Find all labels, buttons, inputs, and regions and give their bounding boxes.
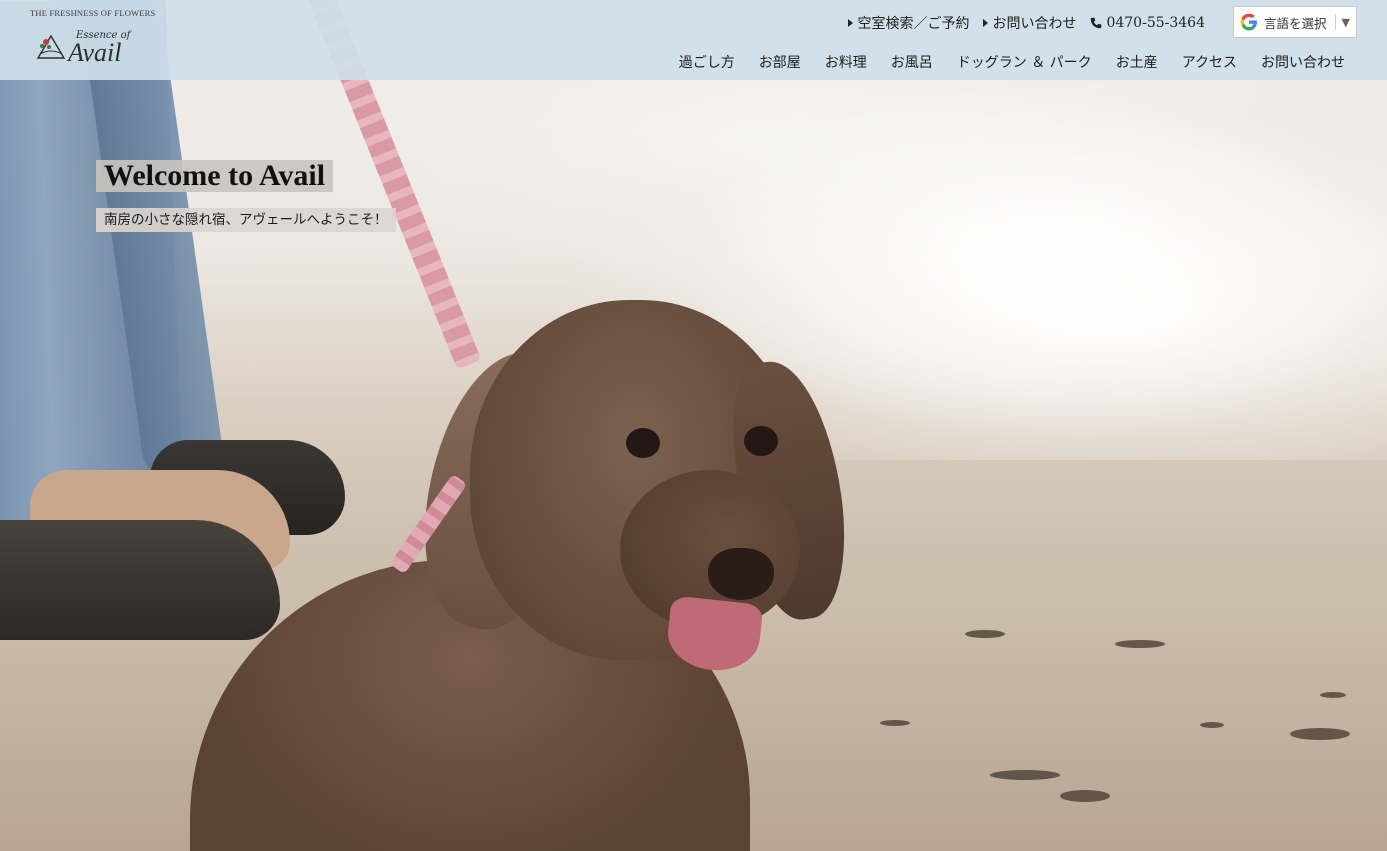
sand-speck bbox=[1290, 728, 1350, 740]
contact-link[interactable]: お問い合わせ bbox=[983, 13, 1076, 33]
nav-item-access[interactable]: アクセス bbox=[1182, 52, 1237, 72]
nav-item-cuisine[interactable]: お料理 bbox=[825, 52, 867, 72]
logo-name: Avail bbox=[68, 38, 122, 67]
chevron-down-icon: ▼ bbox=[1341, 15, 1350, 29]
triangle-right-icon bbox=[983, 19, 989, 27]
google-g-icon bbox=[1240, 13, 1257, 31]
site-logo[interactable]: THE FRESHNESS OF FLOWERS Essence of Avai… bbox=[30, 6, 155, 68]
nav-item-bath[interactable]: お風呂 bbox=[891, 52, 933, 72]
sand-speck bbox=[1115, 640, 1165, 648]
site-header: THE FRESHNESS OF FLOWERS Essence of Avai… bbox=[0, 0, 1387, 80]
language-select[interactable]: 言語を選択 ▼ bbox=[1233, 6, 1357, 38]
nav-item-contact[interactable]: お問い合わせ bbox=[1261, 52, 1345, 72]
dog-eye-left bbox=[626, 428, 660, 458]
phone-icon bbox=[1091, 17, 1102, 29]
hero-title: Welcome to Avail bbox=[96, 160, 334, 192]
phone-link[interactable]: 0470-55-3464 bbox=[1090, 15, 1205, 31]
nav-item-stay[interactable]: 過ごし方 bbox=[679, 52, 735, 72]
reservation-label: 空室検索／ご予約 bbox=[857, 16, 970, 32]
sand-speck bbox=[965, 630, 1005, 638]
nav-item-dogrun[interactable]: ドッグラン ＆ パーク bbox=[957, 52, 1092, 72]
hero-background-image bbox=[0, 0, 1387, 851]
logo-flower-icon bbox=[36, 34, 66, 59]
main-nav: 過ごし方 お部屋 お料理 お風呂 ドッグラン ＆ パーク お土産 アクセス お問… bbox=[679, 52, 1345, 72]
person-shoe-front bbox=[0, 520, 280, 640]
divider bbox=[1334, 14, 1336, 30]
sand-speck bbox=[880, 720, 910, 726]
dog-eye-right bbox=[744, 426, 778, 456]
sand-speck bbox=[1200, 722, 1224, 728]
phone-number: 0470-55-3464 bbox=[1106, 15, 1205, 31]
sand-speck bbox=[1060, 790, 1110, 802]
triangle-right-icon bbox=[848, 19, 854, 27]
sand-speck bbox=[1320, 692, 1346, 698]
logo-tagline: THE FRESHNESS OF FLOWERS bbox=[30, 8, 156, 18]
language-select-label: 言語を選択 bbox=[1264, 15, 1327, 31]
nav-item-rooms[interactable]: お部屋 bbox=[759, 52, 801, 72]
dog-nose bbox=[708, 548, 774, 600]
nav-item-souvenir[interactable]: お土産 bbox=[1116, 52, 1158, 72]
utility-links: 空室検索／ご予約 お問い合わせ 0470-55-3464 bbox=[848, 13, 1205, 33]
sand-speck bbox=[990, 770, 1060, 780]
reservation-link[interactable]: 空室検索／ご予約 bbox=[848, 13, 969, 33]
contact-label: お問い合わせ bbox=[992, 16, 1077, 32]
hero-subtitle: 南房の小さな隠れ宿、アヴェールへようこそ！ bbox=[96, 208, 396, 232]
